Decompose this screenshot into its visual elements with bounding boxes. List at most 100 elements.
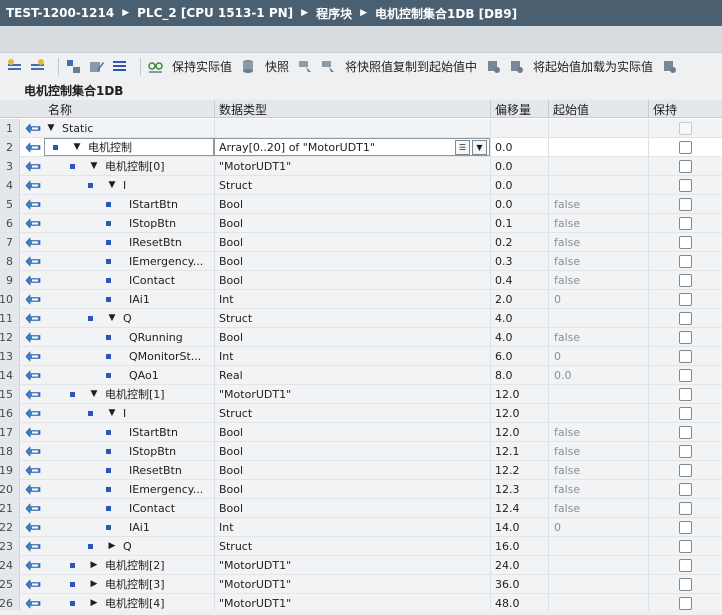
monitor-glasses-icon[interactable] bbox=[147, 58, 164, 75]
retain-checkbox[interactable] bbox=[679, 444, 692, 458]
retain-checkbox[interactable] bbox=[679, 273, 692, 287]
table-row[interactable]: 18 IStopBtn Bool 12.1 false bbox=[0, 442, 722, 461]
tag-name-cell[interactable]: IEmergency... bbox=[44, 480, 214, 498]
table-row[interactable]: 13 QMonitorSt... Int 6.0 0 bbox=[0, 347, 722, 366]
data-type-cell[interactable]: Array[0..20] of "MotorUDT1" ☰ ▼ bbox=[214, 138, 490, 156]
table-row[interactable]: 24 ▶ 电机控制[2] "MotorUDT1" 24.0 bbox=[0, 556, 722, 575]
tag-name-cell[interactable]: IStartBtn bbox=[44, 195, 214, 213]
tag-name-cell[interactable]: IStopBtn bbox=[44, 442, 214, 460]
retain-checkbox[interactable] bbox=[679, 330, 692, 344]
tag-name-cell[interactable]: QMonitorSt... bbox=[44, 347, 214, 365]
data-type-cell[interactable]: Bool bbox=[214, 423, 490, 441]
data-type-cell[interactable]: Struct bbox=[214, 404, 490, 422]
start-value-cell[interactable]: false bbox=[548, 442, 648, 460]
start-value-cell[interactable]: false bbox=[548, 252, 648, 270]
retain-checkbox[interactable] bbox=[679, 159, 692, 173]
start-value-cell[interactable]: false bbox=[548, 328, 648, 346]
data-type-cell[interactable]: "MotorUDT1" bbox=[214, 556, 490, 574]
data-type-cell[interactable]: Bool bbox=[214, 252, 490, 270]
start-value-cell[interactable]: false bbox=[548, 499, 648, 517]
start-value-cell[interactable]: false bbox=[548, 480, 648, 498]
load-icon[interactable] bbox=[485, 58, 502, 75]
column-name-header[interactable]: 名称 bbox=[44, 100, 214, 118]
tag-name-cell[interactable]: ▶ 电机控制[2] bbox=[44, 556, 214, 574]
edit-icon[interactable] bbox=[88, 58, 105, 75]
collapse-triangle-icon[interactable]: ▼ bbox=[107, 313, 117, 323]
start-value-cell[interactable]: false bbox=[548, 461, 648, 479]
expand-triangle-icon[interactable]: ▶ bbox=[89, 560, 99, 570]
start-value-cell[interactable]: false bbox=[548, 423, 648, 441]
collapse-triangle-icon[interactable]: ▼ bbox=[46, 123, 56, 133]
tag-name-cell[interactable]: IContact bbox=[44, 499, 214, 517]
table-row[interactable]: 8 IEmergency... Bool 0.3 false bbox=[0, 252, 722, 271]
tag-name-cell[interactable]: ▼ 电机控制[1] bbox=[44, 385, 214, 403]
horizontal-scrollbar[interactable] bbox=[0, 610, 722, 615]
start-value-cell[interactable]: 0 bbox=[548, 290, 648, 308]
tag-name-cell[interactable]: IResetBtn bbox=[44, 233, 214, 251]
table-row[interactable]: 17 IStartBtn Bool 12.0 false bbox=[0, 423, 722, 442]
snapshot-button[interactable]: 快照 bbox=[265, 58, 289, 75]
start-value-cell[interactable]: false bbox=[548, 195, 648, 213]
tag-name-cell[interactable]: QRunning bbox=[44, 328, 214, 346]
table-row[interactable]: 20 IEmergency... Bool 12.3 false bbox=[0, 480, 722, 499]
collapse-triangle-icon[interactable]: ▼ bbox=[107, 180, 117, 190]
retain-checkbox[interactable] bbox=[679, 349, 692, 363]
retain-checkbox[interactable] bbox=[679, 387, 692, 401]
retain-checkbox[interactable] bbox=[679, 539, 692, 553]
data-type-cell[interactable]: Int bbox=[214, 290, 490, 308]
table-row[interactable]: 15 ▼ 电机控制[1] "MotorUDT1" 12.0 bbox=[0, 385, 722, 404]
column-start-header[interactable]: 起始值 bbox=[548, 100, 648, 118]
start-value-cell[interactable] bbox=[548, 119, 648, 137]
retain-checkbox[interactable] bbox=[679, 292, 692, 306]
data-type-cell[interactable]: Bool bbox=[214, 480, 490, 498]
breadcrumb-blocks[interactable]: 程序块 bbox=[316, 5, 352, 22]
expand-triangle-icon[interactable]: ▶ bbox=[107, 541, 117, 551]
tag-name-cell[interactable]: ▼ Q bbox=[44, 309, 214, 327]
expand-triangle-icon[interactable]: ▶ bbox=[89, 579, 99, 589]
start-value-cell[interactable] bbox=[548, 575, 648, 593]
start-value-cell[interactable] bbox=[548, 385, 648, 403]
table-row[interactable]: 10 IAi1 Int 2.0 0 bbox=[0, 290, 722, 309]
copy-icon[interactable] bbox=[320, 58, 337, 75]
extra-tool-icon[interactable] bbox=[661, 58, 678, 75]
table-row[interactable]: 12 QRunning Bool 4.0 false bbox=[0, 328, 722, 347]
retain-checkbox[interactable] bbox=[679, 406, 692, 420]
retain-checkbox[interactable] bbox=[679, 311, 692, 325]
retain-checkbox[interactable] bbox=[679, 463, 692, 477]
retain-checkbox[interactable] bbox=[679, 235, 692, 249]
start-value-cell[interactable]: false bbox=[548, 214, 648, 232]
load-start-as-actual-button[interactable]: 将起始值加载为实际值 bbox=[533, 58, 653, 75]
column-type-header[interactable]: 数据类型 bbox=[214, 100, 490, 118]
table-row[interactable]: 3 ▼ 电机控制[0] "MotorUDT1" 0.0 bbox=[0, 157, 722, 176]
retain-checkbox[interactable] bbox=[679, 254, 692, 268]
start-value-cell[interactable]: false bbox=[548, 271, 648, 289]
table-row[interactable]: 25 ▶ 电机控制[3] "MotorUDT1" 36.0 bbox=[0, 575, 722, 594]
retain-checkbox[interactable] bbox=[679, 482, 692, 496]
retain-checkbox[interactable] bbox=[679, 425, 692, 439]
start-value-cell[interactable]: 0.0 bbox=[548, 366, 648, 384]
start-value-cell[interactable]: 0 bbox=[548, 347, 648, 365]
data-type-cell[interactable]: "MotorUDT1" bbox=[214, 385, 490, 403]
table-row[interactable]: 9 IContact Bool 0.4 false bbox=[0, 271, 722, 290]
tag-name-cell[interactable]: IAi1 bbox=[44, 290, 214, 308]
list-icon[interactable] bbox=[111, 58, 128, 75]
copy-snapshot-icon[interactable] bbox=[297, 58, 314, 75]
retain-checkbox[interactable] bbox=[679, 520, 692, 534]
type-list-icon[interactable]: ☰ bbox=[455, 140, 470, 155]
data-type-cell[interactable]: "MotorUDT1" bbox=[214, 575, 490, 593]
tag-name-cell[interactable]: ▶ 电机控制[3] bbox=[44, 575, 214, 593]
collapse-triangle-icon[interactable]: ▼ bbox=[89, 389, 99, 399]
tag-name-cell[interactable]: ▼ I bbox=[44, 404, 214, 422]
table-row[interactable]: 22 IAi1 Int 14.0 0 bbox=[0, 518, 722, 537]
tag-name-cell[interactable]: IEmergency... bbox=[44, 252, 214, 270]
retain-checkbox[interactable] bbox=[679, 501, 692, 515]
data-type-cell[interactable]: Int bbox=[214, 518, 490, 536]
retain-checkbox[interactable] bbox=[679, 178, 692, 192]
retain-checkbox[interactable] bbox=[679, 197, 692, 211]
start-value-cell[interactable]: false bbox=[548, 233, 648, 251]
retain-checkbox[interactable] bbox=[679, 596, 692, 610]
data-type-cell[interactable]: Bool bbox=[214, 214, 490, 232]
load-start-icon[interactable] bbox=[508, 58, 525, 75]
column-offset-header[interactable]: 偏移量 bbox=[490, 100, 548, 118]
collapse-triangle-icon[interactable]: ▼ bbox=[89, 161, 99, 171]
